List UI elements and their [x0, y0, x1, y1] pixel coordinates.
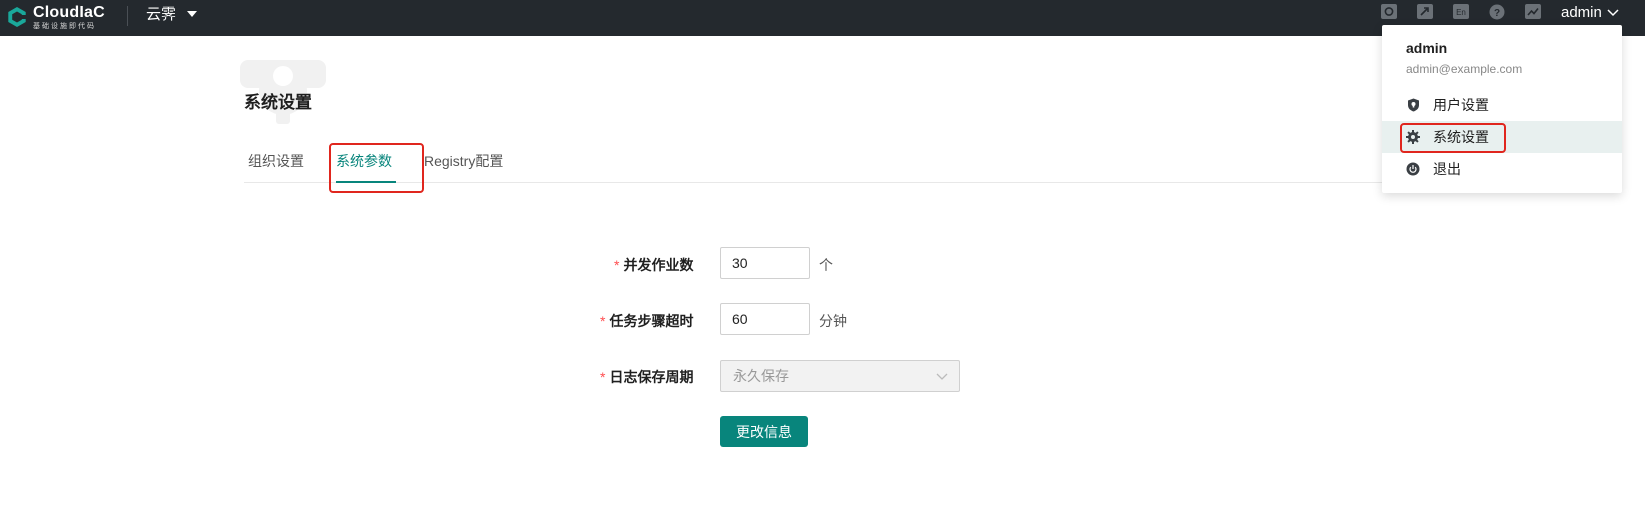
tab-registry-config[interactable]: Registry配置: [424, 151, 503, 171]
logo-subtitle: 基础设施即代码: [33, 22, 96, 30]
header-divider: [127, 6, 128, 26]
chevron-down-icon: [936, 368, 948, 384]
user-menu-trigger[interactable]: admin: [1561, 4, 1619, 21]
highlight-box-menu: [1400, 123, 1506, 153]
log-retention-label: * 日志保存周期: [600, 367, 693, 387]
language-en-text: En: [1456, 8, 1466, 17]
log-retention-select[interactable]: 永久保存: [720, 360, 960, 392]
logo-name: CloudIaC: [33, 3, 105, 21]
log-retention-value: 永久保存: [733, 368, 789, 384]
dropdown-username: admin: [1406, 40, 1448, 56]
update-info-button[interactable]: 更改信息: [720, 416, 808, 447]
org-name: 云霁: [146, 6, 177, 23]
dashboard-icon[interactable]: [1381, 4, 1397, 19]
page-title: 系统设置: [244, 93, 312, 112]
required-mark: *: [600, 313, 606, 329]
username: admin: [1561, 4, 1602, 21]
cloudiac-logo[interactable]: CloudIaC 基础设施即代码: [5, 1, 105, 33]
step-timeout-unit: 分钟: [819, 313, 847, 329]
menu-label-user-settings: 用户设置: [1433, 97, 1489, 113]
monitor-icon[interactable]: [1525, 4, 1541, 19]
user-shield-icon: [1406, 98, 1420, 112]
help-icon[interactable]: ?: [1489, 4, 1505, 19]
tab-org-settings[interactable]: 组织设置: [248, 151, 304, 171]
language-en-icon[interactable]: En: [1453, 4, 1469, 19]
concurrency-label-text: 并发作业数: [623, 257, 694, 273]
step-timeout-label-text: 任务步骤超时: [609, 313, 694, 329]
menu-item-logout[interactable]: 退出: [1382, 153, 1622, 185]
power-icon: [1406, 162, 1420, 176]
required-mark: *: [600, 369, 606, 385]
logo-mark-icon: [5, 5, 29, 29]
step-timeout-input[interactable]: [720, 303, 810, 335]
concurrency-label: * 并发作业数: [614, 255, 693, 275]
required-mark: *: [614, 257, 620, 273]
user-dropdown-menu: admin admin@example.com 用户设置 系统设置 退出: [1382, 25, 1622, 193]
menu-label-logout: 退出: [1433, 161, 1461, 177]
concurrency-unit: 个: [819, 257, 833, 273]
highlight-box-tab: [329, 143, 424, 193]
docs-icon[interactable]: [1417, 4, 1433, 19]
log-retention-label-text: 日志保存周期: [609, 369, 694, 385]
org-switcher[interactable]: 云霁: [146, 3, 198, 24]
caret-down-icon: [187, 10, 198, 17]
menu-item-user-settings[interactable]: 用户设置: [1382, 89, 1622, 121]
concurrency-input[interactable]: [720, 247, 810, 279]
chevron-down-icon: [1607, 4, 1619, 21]
dropdown-email: admin@example.com: [1406, 62, 1523, 76]
help-icon-text: ?: [1494, 8, 1500, 19]
step-timeout-label: * 任务步骤超时: [600, 311, 693, 331]
